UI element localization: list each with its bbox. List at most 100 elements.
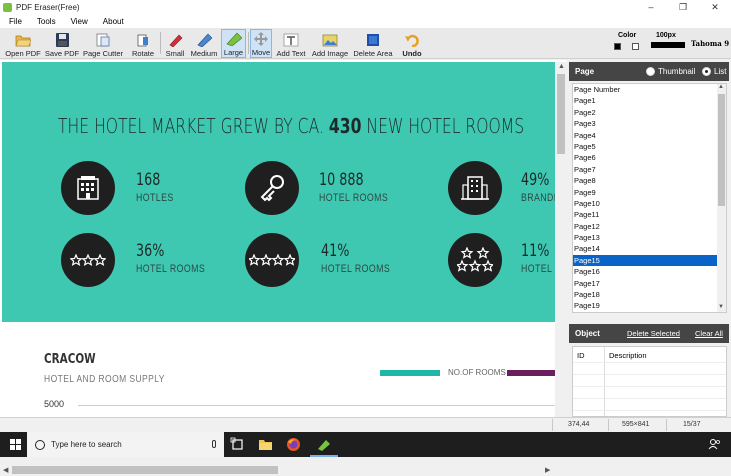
object-panel-header: Object Delete Selected Clear All (569, 324, 729, 343)
add-text-icon (283, 33, 299, 47)
document-horizontal-scrollbar[interactable]: ◀ ▶ (0, 464, 567, 476)
windows-start-icon[interactable] (10, 439, 21, 450)
scroll-left-arrow-icon[interactable]: ◀ (3, 466, 8, 474)
page-list-item[interactable]: Page12 (573, 221, 726, 232)
task-view-icon[interactable] (230, 437, 245, 452)
open-pdf-label: Open PDF (5, 49, 41, 58)
eraser-medium-button[interactable]: Medium (189, 29, 219, 58)
page-cutter-icon (96, 33, 110, 47)
page-list-item[interactable]: Page4 (573, 130, 726, 141)
delete-area-button[interactable]: Delete Area (352, 29, 394, 58)
scroll-thumb[interactable] (557, 74, 565, 154)
scroll-up-arrow-icon[interactable]: ▲ (558, 63, 565, 70)
add-image-button[interactable]: Add Image (310, 29, 350, 58)
file-explorer-icon[interactable] (258, 437, 273, 452)
delete-selected-link[interactable]: Delete Selected (627, 329, 680, 338)
menu-file[interactable]: File (0, 17, 28, 26)
foreground-color-swatch[interactable] (614, 43, 621, 50)
windows-taskbar: Type here to search (0, 432, 731, 457)
legend-swatch-purple (507, 370, 555, 376)
move-button[interactable]: Move (250, 29, 272, 58)
page-list-item[interactable]: Page2 (573, 107, 726, 118)
move-label: Move (251, 48, 271, 57)
four-stars-icon (245, 233, 299, 287)
page-list[interactable]: Page Number Page1 Page2 Page3 Page4 Page5 Pag… (572, 83, 727, 313)
eraser-large-label: Large (223, 48, 244, 57)
menu-about[interactable]: About (94, 17, 130, 26)
background-color-swatch[interactable] (632, 43, 639, 50)
page-list-item[interactable]: Page5 (573, 141, 726, 152)
people-icon[interactable] (707, 437, 722, 452)
list-label: List (714, 67, 727, 76)
eraser-large-button[interactable]: Large (221, 29, 246, 58)
page-list-item[interactable]: Page15 (573, 254, 726, 267)
status-divider (666, 419, 667, 431)
page-list-item[interactable]: Page6 (573, 152, 726, 163)
open-pdf-button[interactable]: Open PDF (4, 29, 42, 58)
page-list-item[interactable]: Page16 (573, 266, 726, 277)
search-placeholder: Type here to search (51, 440, 122, 449)
clear-all-link[interactable]: Clear All (695, 329, 723, 338)
page-list-item[interactable]: Page13 (573, 232, 726, 243)
page-list-item[interactable]: Page11 (573, 209, 726, 220)
thumbnail-label: Thumbnail (658, 67, 696, 76)
add-text-label: Add Text (276, 49, 306, 58)
eraser-small-button[interactable]: Small (163, 29, 187, 58)
right-panel: Page Thumbnail List Page Number Page1 Pag… (568, 60, 731, 417)
minimize-button[interactable]: – (635, 0, 667, 14)
status-divider (608, 419, 609, 431)
font-label[interactable]: Tahoma 9 (691, 39, 729, 48)
thumbnail-radio[interactable] (646, 67, 655, 76)
stat-value: 168 (136, 170, 161, 190)
pdf-page-view[interactable]: THE HOTEL MARKET GREW BY CA. 430 NEW HOT… (2, 62, 555, 464)
rotate-label: Rotate (131, 49, 155, 58)
headline-number: 430 (328, 114, 362, 138)
page-list-item[interactable]: Page1 (573, 95, 726, 106)
list-radio[interactable] (702, 67, 711, 76)
toolbar-separator (248, 32, 249, 54)
maximize-button[interactable]: ❐ (667, 0, 699, 14)
menu-tools[interactable]: Tools (28, 17, 62, 26)
scroll-right-arrow-icon[interactable]: ▶ (545, 466, 550, 474)
page-list-item[interactable]: Page17 (573, 278, 726, 289)
scroll-up-arrow-icon[interactable]: ▲ (718, 84, 724, 90)
page-cutter-button[interactable]: Page Cutter (82, 29, 124, 58)
undo-button[interactable]: Undo (398, 29, 426, 58)
taskbar-search-box[interactable]: Type here to search (27, 432, 224, 457)
eraser-medium-label: Medium (190, 49, 218, 58)
firefox-icon[interactable] (286, 437, 301, 452)
rotate-button[interactable]: Rotate (126, 29, 160, 58)
eraser-small-label: Small (165, 49, 185, 58)
menu-view[interactable]: View (62, 17, 94, 26)
brush-size-preview[interactable] (651, 42, 685, 48)
row-divider (573, 410, 726, 411)
page-list-item[interactable]: Page10 (573, 198, 726, 209)
page-list-item[interactable]: Page9 (573, 187, 726, 198)
row-divider (573, 398, 726, 399)
column-divider (604, 347, 605, 416)
page-list-item[interactable]: Page19 (573, 300, 726, 311)
page-list-scrollbar[interactable]: ▲ ▼ (717, 84, 726, 312)
eraser-medium-icon (197, 33, 212, 47)
page-list-item[interactable]: Page3 (573, 118, 726, 129)
document-vertical-scrollbar[interactable]: ▲ (555, 62, 567, 464)
scroll-down-arrow-icon[interactable]: ▼ (718, 304, 724, 310)
page-list-item[interactable]: Page8 (573, 175, 726, 186)
city-building-icon (448, 161, 502, 215)
object-table[interactable]: ID Description (572, 346, 727, 417)
five-stars-icon (448, 233, 502, 287)
page-list-item[interactable]: Page18 (573, 289, 726, 300)
row-divider (573, 362, 726, 363)
scroll-thumb[interactable] (12, 466, 278, 474)
headline: THE HOTEL MARKET GREW BY CA. 430 NEW HOT… (58, 114, 524, 138)
add-text-button[interactable]: Add Text (274, 29, 308, 58)
page-list-item[interactable]: Page14 (573, 243, 726, 254)
hotel-building-icon (61, 161, 115, 215)
microphone-icon[interactable] (212, 440, 216, 448)
page-index: 15/37 (683, 421, 701, 428)
page-list-item[interactable]: Page7 (573, 164, 726, 175)
scroll-thumb[interactable] (718, 94, 725, 206)
pdf-eraser-taskbar-icon[interactable] (316, 437, 331, 452)
save-pdf-button[interactable]: Save PDF (44, 29, 80, 58)
close-button[interactable]: ✕ (699, 0, 731, 14)
